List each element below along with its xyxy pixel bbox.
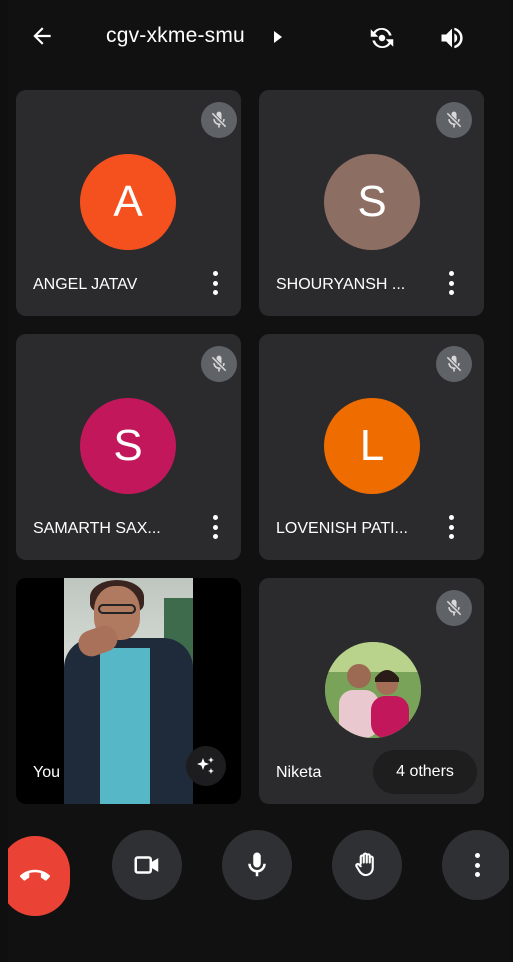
participant-name: SAMARTH SAX... <box>33 520 161 537</box>
self-video-tile[interactable]: You <box>16 578 241 804</box>
avatar-initial: L <box>359 421 385 470</box>
top-bar: cgv-xkme-smu <box>8 0 509 78</box>
raise-hand-button[interactable] <box>332 830 402 900</box>
mic-button[interactable] <box>222 830 292 900</box>
mic-off-icon <box>201 346 237 382</box>
group-tile[interactable]: Niketa 4 others <box>259 578 484 804</box>
back-arrow-icon[interactable] <box>24 18 60 54</box>
avatar-initial: A <box>113 177 143 226</box>
hang-up-button[interactable] <box>8 836 70 916</box>
participant-tile[interactable]: S SAMARTH SAX... <box>16 334 241 560</box>
mic-off-icon <box>201 102 237 138</box>
avatar: L <box>324 398 420 494</box>
caret-right-icon[interactable] <box>272 30 284 44</box>
camera-button[interactable] <box>112 830 182 900</box>
mic-off-icon <box>436 590 472 626</box>
sparkles-icon[interactable] <box>186 746 226 786</box>
participant-name: SHOURYANSH ... <box>276 276 406 293</box>
meeting-screen: cgv-xkme-smu A ANGEL JATAV S SHOURYANSH … <box>8 0 509 962</box>
avatar: A <box>80 154 176 250</box>
more-vert-icon[interactable] <box>203 512 227 542</box>
participant-tile[interactable]: L LOVENISH PATI... <box>259 334 484 560</box>
avatar: S <box>80 398 176 494</box>
participant-name: LOVENISH PATI... <box>276 520 408 537</box>
more-vert-icon[interactable] <box>439 512 463 542</box>
self-video-feed <box>64 578 193 804</box>
participant-tile[interactable]: S SHOURYANSH ... <box>259 90 484 316</box>
avatar-initial: S <box>113 421 143 470</box>
others-count-button[interactable]: 4 others <box>373 750 477 794</box>
hand-icon <box>355 852 374 877</box>
more-vert-icon <box>465 850 489 880</box>
mic-icon <box>248 852 266 877</box>
others-count-label: 4 others <box>396 763 454 780</box>
mic-off-icon <box>436 102 472 138</box>
meeting-code[interactable]: cgv-xkme-smu <box>106 24 245 48</box>
more-vert-icon[interactable] <box>203 268 227 298</box>
more-vert-icon[interactable] <box>439 268 463 298</box>
speaker-icon[interactable] <box>434 20 470 56</box>
participant-name: ANGEL JATAV <box>33 276 138 293</box>
more-options-button[interactable] <box>442 830 509 900</box>
participant-name: Niketa <box>276 764 322 781</box>
group-avatar-photo <box>325 642 421 738</box>
flip-camera-icon[interactable] <box>364 20 400 56</box>
mic-off-icon <box>436 346 472 382</box>
avatar-initial: S <box>357 177 387 226</box>
participant-tile[interactable]: A ANGEL JATAV <box>16 90 241 316</box>
self-label: You <box>33 764 60 781</box>
call-controls <box>8 820 509 916</box>
call-end-icon <box>20 869 50 881</box>
avatar: S <box>324 154 420 250</box>
videocam-icon <box>134 856 159 874</box>
